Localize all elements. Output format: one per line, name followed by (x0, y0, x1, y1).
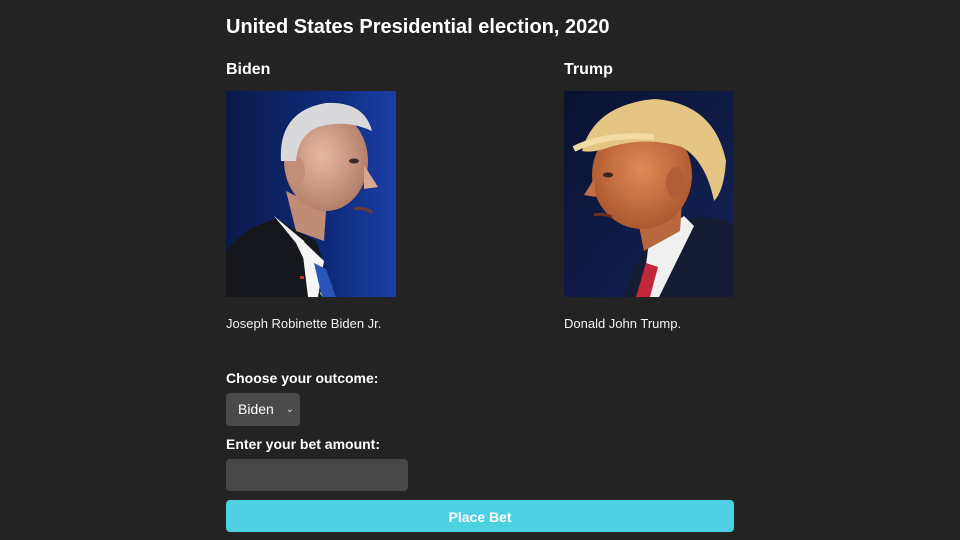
place-bet-button[interactable]: Place Bet (226, 500, 734, 532)
outcome-select[interactable]: Biden ⌄ (226, 393, 300, 426)
bet-amount-input[interactable] (226, 459, 408, 491)
candidate-card-biden: Biden Joseph Robinette Biden Jr. (226, 60, 426, 331)
betting-page: United States Presidential election, 202… (226, 0, 734, 540)
candidate-card-trump: Trump Donald John Trump. (564, 60, 764, 331)
page-title: United States Presidential election, 202… (226, 16, 610, 38)
outcome-select-value: Biden (238, 401, 274, 417)
trump-portrait (564, 91, 734, 297)
candidate-full-name: Donald John Trump. (564, 316, 682, 331)
chevron-down-icon: ⌄ (285, 404, 294, 415)
amount-label: Enter your bet amount: (226, 436, 381, 452)
candidate-name: Biden (226, 61, 271, 78)
biden-portrait (226, 91, 396, 297)
candidate-full-name: Joseph Robinette Biden Jr. (226, 316, 382, 331)
outcome-label: Choose your outcome: (226, 370, 379, 386)
candidate-name: Trump (564, 61, 613, 78)
